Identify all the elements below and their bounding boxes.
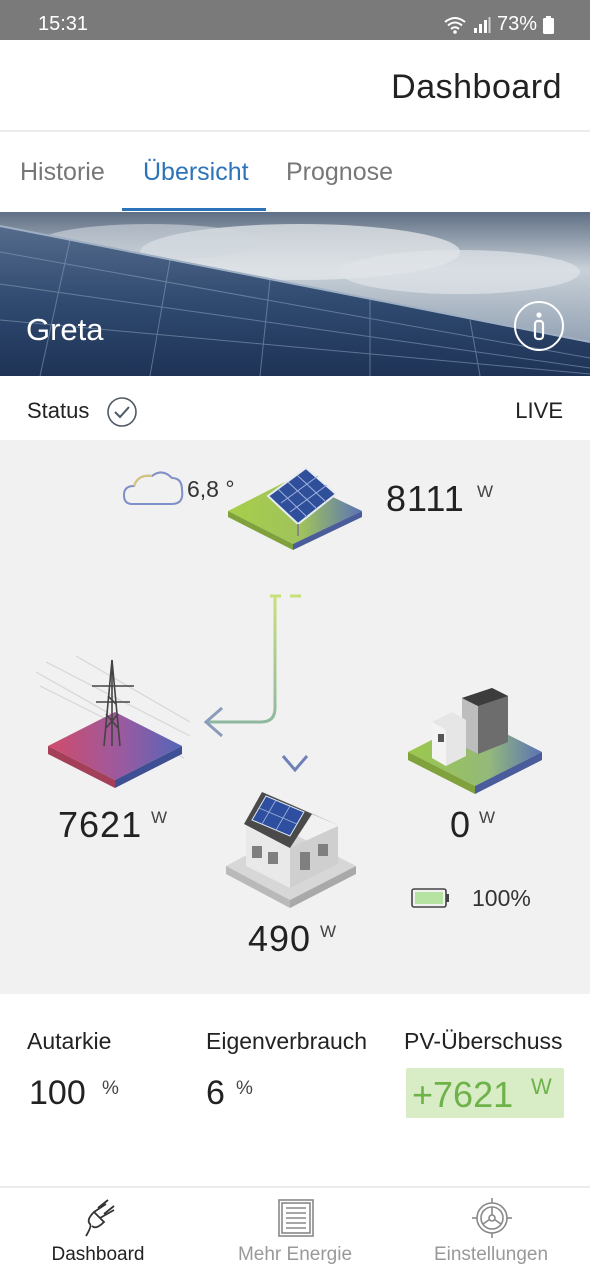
- house-unit: W: [320, 922, 337, 941]
- app-bar: Dashboard: [0, 40, 590, 132]
- house-illustration: [226, 792, 356, 908]
- pv-system-illustration: [228, 466, 362, 550]
- nav-einstellungen-label: Einstellungen: [433, 1244, 549, 1265]
- status-row: Status LIVE: [0, 376, 590, 440]
- pv-ueberschuss-unit: W: [531, 1074, 552, 1099]
- settings-wheel-icon: [472, 1198, 512, 1238]
- system-status-bar: 15:31 73%: [0, 0, 590, 40]
- battery-level-icon: [411, 888, 449, 908]
- storage-unit: W: [479, 808, 496, 827]
- wifi-icon: [444, 16, 466, 34]
- eigenverbrauch-unit: %: [236, 1078, 253, 1099]
- pv-unit: W: [477, 482, 494, 501]
- eigenverbrauch-label: Eigenverbrauch: [206, 1028, 368, 1054]
- pv-power: 8111: [386, 478, 465, 519]
- nav-dashboard[interactable]: Dashboard: [0, 1188, 196, 1279]
- tab-uebersicht[interactable]: Übersicht: [143, 158, 249, 187]
- plant-name: Greta: [26, 312, 104, 347]
- battery-soc: 100%: [472, 885, 531, 911]
- nav-einstellungen[interactable]: Einstellungen: [393, 1188, 589, 1279]
- nav-mehr-energie-label: Mehr Energie: [237, 1244, 353, 1265]
- pv-ueberschuss-label: PV-Überschuss: [404, 1028, 563, 1054]
- info-icon: [533, 312, 545, 341]
- battery-icon: [543, 15, 554, 34]
- page-title: Dashboard: [391, 68, 562, 106]
- battery-percent: 73%: [496, 13, 537, 35]
- autarkie-value: 100: [29, 1074, 86, 1112]
- storage-illustration: [408, 688, 542, 794]
- grid-unit: W: [151, 808, 168, 827]
- storage-power: 0: [450, 804, 472, 845]
- bottom-navigation: Dashboard Mehr Energie Einstellungen: [0, 1186, 590, 1279]
- system-banner: Greta: [0, 212, 590, 376]
- status-icons: 73%: [443, 13, 554, 36]
- pv-ueberschuss-value: +7621: [412, 1074, 514, 1115]
- tab-historie[interactable]: Historie: [20, 158, 105, 187]
- eigenverbrauch-value: 6: [206, 1074, 225, 1112]
- solar-panels-photo: [0, 212, 590, 376]
- grid-illustration: [35, 655, 191, 788]
- temperature: 6,8 °: [187, 476, 235, 502]
- document-icon: [278, 1199, 314, 1237]
- tab-bar: Historie Übersicht Prognose: [0, 134, 590, 212]
- stats-panel: Autarkie 100 % Eigenverbrauch 6 % PV-Übe…: [0, 994, 590, 1186]
- flow-arrows: [203, 594, 309, 773]
- nav-mehr-energie[interactable]: Mehr Energie: [197, 1188, 393, 1279]
- energy-flow-panel: 6,8 ° 8111 W 7621 W 490 W 0 W 100%: [0, 440, 590, 994]
- autarkie-label: Autarkie: [27, 1028, 112, 1054]
- house-power: 490: [248, 918, 312, 959]
- active-tab-indicator: [122, 208, 266, 211]
- autarkie-unit: %: [102, 1078, 119, 1099]
- cloud-icon: [122, 471, 184, 505]
- status-label: Status: [27, 398, 90, 423]
- grid-power: 7621: [58, 804, 143, 845]
- nav-dashboard-label: Dashboard: [51, 1244, 145, 1265]
- info-button[interactable]: [514, 301, 564, 351]
- live-label: LIVE: [515, 398, 563, 423]
- plug-icon: [85, 1199, 115, 1237]
- status-ok-icon[interactable]: [106, 396, 138, 428]
- tab-prognose[interactable]: Prognose: [286, 158, 393, 187]
- clock: 15:31: [38, 13, 89, 35]
- signal-icon: [473, 16, 491, 33]
